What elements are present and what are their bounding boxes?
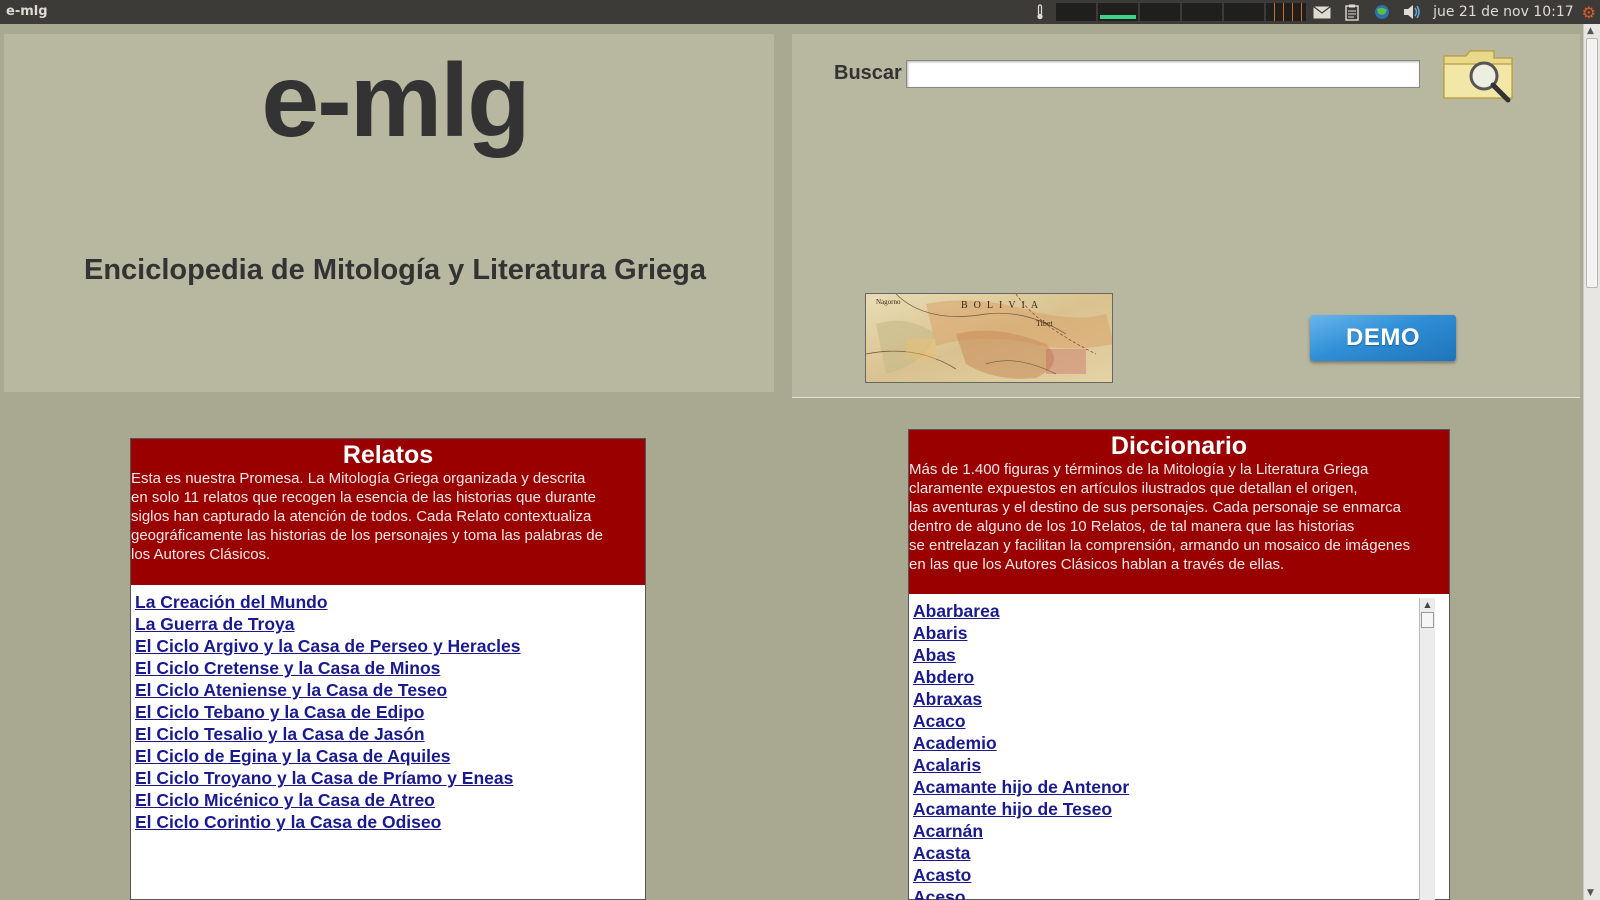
scroll-down-icon[interactable]: ▼	[1587, 888, 1594, 898]
site-subtitle: Enciclopedia de Mitología y Literatura G…	[83, 254, 707, 286]
list-item: El Ciclo Troyano y la Casa de Príamo y E…	[135, 767, 641, 789]
cpu-meter[interactable]	[1056, 3, 1097, 21]
network-icon[interactable]	[1373, 4, 1391, 20]
diccionario-panel: Diccionario Más de 1.400 figuras y térmi…	[908, 429, 1450, 900]
list-item: Acasto	[913, 864, 1445, 886]
diccionario-title: Diccionario	[1110, 432, 1248, 460]
list-item: El Ciclo Corintio y la Casa de Odiseo	[135, 811, 641, 833]
map-label: BOLIVIA	[961, 300, 1044, 311]
dictionary-link[interactable]: Acamante hijo de Teseo	[913, 799, 1112, 819]
dictionary-link[interactable]: Aceso	[913, 887, 966, 900]
dictionary-link[interactable]: Acalaris	[913, 755, 981, 775]
dictionary-link[interactable]: Abarbarea	[913, 601, 1000, 621]
list-item: El Ciclo Cretense y la Casa de Minos	[135, 657, 641, 679]
mail-icon[interactable]	[1313, 4, 1331, 20]
scrollbar-thumb[interactable]	[1586, 38, 1598, 288]
clock[interactable]: jue 21 de nov 10:17	[1433, 4, 1574, 20]
list-item: El Ciclo de Egina y la Casa de Aquiles	[135, 745, 641, 767]
load-meter[interactable]	[1224, 3, 1265, 21]
site-logo[interactable]: e-mlg	[0, 42, 790, 161]
list-item: Acamante hijo de Antenor	[913, 776, 1445, 798]
list-item: Acalaris	[913, 754, 1445, 776]
header-search-area: Buscar BOLIVIA Tibet Nagorno DEMO	[792, 34, 1580, 398]
relatos-header: Relatos Esta es nuestra Promesa. La Mito…	[131, 439, 645, 585]
relato-link[interactable]: El Ciclo Tebano y la Casa de Edipo	[135, 702, 424, 722]
scroll-up-icon[interactable]: ▲	[1420, 598, 1435, 612]
relatos-description: Esta es nuestra Promesa. La Mitología Gr…	[131, 470, 603, 563]
map-label: Tibet	[1036, 319, 1053, 328]
list-item: La Guerra de Troya	[135, 613, 641, 635]
relato-link[interactable]: El Ciclo Argivo y la Casa de Perseo y He…	[135, 636, 521, 656]
list-item: Abdero	[913, 666, 1445, 688]
page-scrollbar[interactable]: ▲ ▼	[1583, 24, 1600, 900]
relato-link[interactable]: El Ciclo Tesalio y la Casa de Jasón	[135, 724, 425, 744]
search-input[interactable]	[906, 60, 1420, 88]
dictionary-link[interactable]: Abas	[913, 645, 956, 665]
diccionario-scrollbar[interactable]: ▲	[1419, 598, 1435, 900]
list-item: Abraxas	[913, 688, 1445, 710]
scrollbar-thumb[interactable]	[1421, 612, 1434, 628]
folder-magnifier-icon	[1443, 50, 1513, 103]
dictionary-link[interactable]: Abraxas	[913, 689, 982, 709]
list-item: Abarbarea	[913, 600, 1445, 622]
relato-link[interactable]: La Creación del Mundo	[135, 592, 328, 612]
demo-button[interactable]: DEMO	[1310, 315, 1456, 361]
diccionario-description: Más de 1.400 figuras y términos de la Mi…	[909, 461, 1411, 573]
search-button[interactable]	[1442, 44, 1518, 104]
volume-icon[interactable]	[1403, 4, 1421, 20]
dictionary-link[interactable]: Academio	[913, 733, 997, 753]
system-top-panel: e-mlg jue 21 de nov 10:17 ⚙	[0, 0, 1600, 24]
diccionario-list-frame[interactable]: Abarbarea Abaris Abas Abdero Abraxas Aca…	[909, 594, 1449, 900]
dictionary-link[interactable]: Abaris	[913, 623, 967, 643]
relatos-list: La Creación del Mundo La Guerra de Troya…	[131, 585, 645, 839]
list-item: Acarnán	[913, 820, 1445, 842]
list-item: Aceso	[913, 886, 1445, 900]
swap-meter[interactable]	[1182, 3, 1223, 21]
network-meter[interactable]	[1140, 3, 1181, 21]
relato-link[interactable]: El Ciclo Corintio y la Casa de Odiseo	[135, 812, 441, 832]
list-item: El Ciclo Micénico y la Casa de Atreo	[135, 789, 641, 811]
list-item: Acasta	[913, 842, 1445, 864]
diccionario-header: Diccionario Más de 1.400 figuras y térmi…	[909, 430, 1449, 594]
relato-link[interactable]: El Ciclo Micénico y la Casa de Atreo	[135, 790, 435, 810]
dictionary-link[interactable]: Acamante hijo de Antenor	[913, 777, 1129, 797]
dictionary-link[interactable]: Acasto	[913, 865, 971, 885]
dictionary-link[interactable]: Acarnán	[913, 821, 983, 841]
temperature-icon[interactable]	[1031, 4, 1049, 20]
relato-link[interactable]: El Ciclo Cretense y la Casa de Minos	[135, 658, 440, 678]
clipboard-icon[interactable]	[1343, 4, 1361, 21]
dictionary-link[interactable]: Abdero	[913, 667, 974, 687]
search-label: Buscar	[834, 62, 902, 84]
map-label: Nagorno	[876, 298, 901, 306]
list-item: El Ciclo Argivo y la Casa de Perseo y He…	[135, 635, 641, 657]
ancient-map-image[interactable]: BOLIVIA Tibet Nagorno	[865, 293, 1113, 383]
session-gear-icon[interactable]: ⚙	[1582, 3, 1596, 22]
window-title: e-mlg	[6, 4, 48, 19]
relatos-panel: Relatos Esta es nuestra Promesa. La Mito…	[130, 438, 646, 900]
list-item: La Creación del Mundo	[135, 591, 641, 613]
list-item: Acamante hijo de Teseo	[913, 798, 1445, 820]
diccionario-list: Abarbarea Abaris Abas Abdero Abraxas Aca…	[909, 594, 1449, 900]
relato-link[interactable]: El Ciclo de Egina y la Casa de Aquiles	[135, 746, 450, 766]
relatos-title: Relatos	[342, 441, 434, 469]
relato-link[interactable]: El Ciclo Ateniense y la Casa de Teseo	[135, 680, 447, 700]
disk-meter[interactable]	[1266, 3, 1307, 21]
relato-link[interactable]: La Guerra de Troya	[135, 614, 295, 634]
list-item: Academio	[913, 732, 1445, 754]
dictionary-link[interactable]: Acasta	[913, 843, 970, 863]
memory-meter[interactable]	[1098, 3, 1139, 21]
list-item: El Ciclo Ateniense y la Casa de Teseo	[135, 679, 641, 701]
scroll-up-icon[interactable]: ▲	[1587, 26, 1594, 36]
dictionary-link[interactable]: Acaco	[913, 711, 966, 731]
list-item: El Ciclo Tesalio y la Casa de Jasón	[135, 723, 641, 745]
list-item: El Ciclo Tebano y la Casa de Edipo	[135, 701, 641, 723]
list-item: Abaris	[913, 622, 1445, 644]
list-item: Abas	[913, 644, 1445, 666]
list-item: Acaco	[913, 710, 1445, 732]
relato-link[interactable]: El Ciclo Troyano y la Casa de Príamo y E…	[135, 768, 513, 788]
system-tray: jue 21 de nov 10:17 ⚙	[1025, 0, 1600, 24]
